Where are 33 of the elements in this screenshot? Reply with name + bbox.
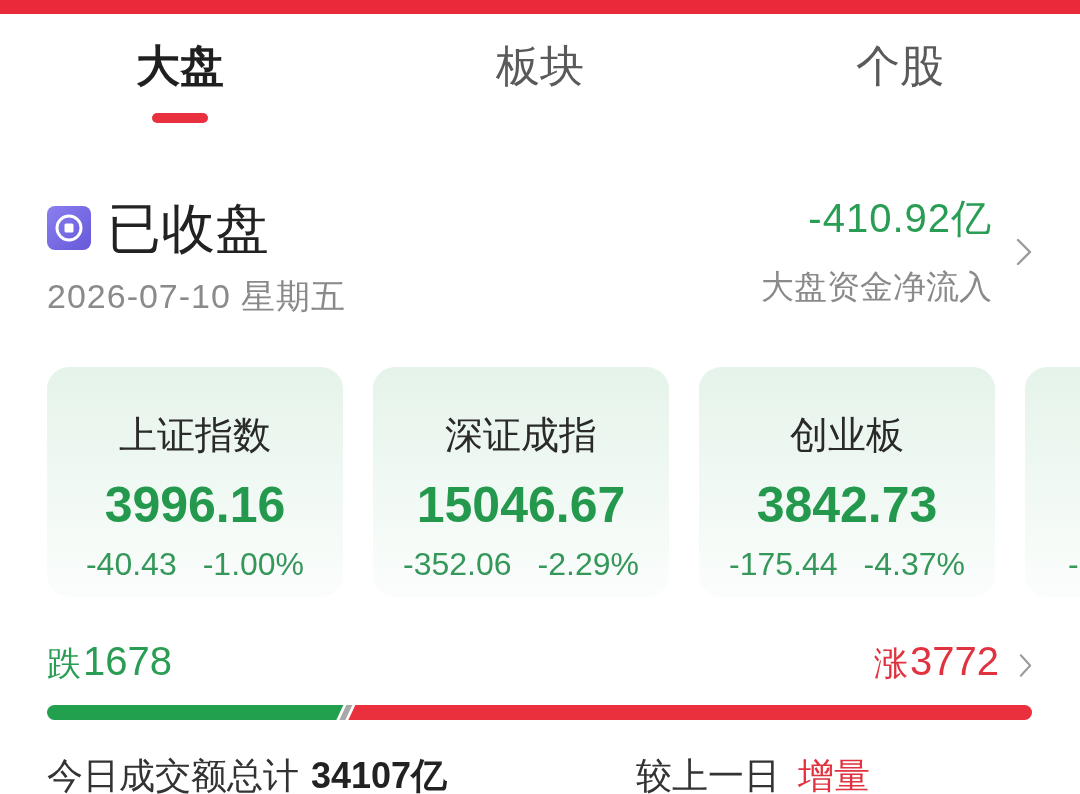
index-value: 15046.67: [416, 476, 626, 535]
index-value: 3996.16: [104, 476, 286, 535]
index-change: -175.44: [729, 545, 838, 584]
index-name: 深证成指: [445, 413, 597, 458]
tab-indicator: [152, 113, 208, 123]
volume-change-label: 增量: [798, 758, 870, 794]
trade-date: 2026-07-10 星期五: [47, 278, 347, 314]
net-inflow-value: -410.92亿: [808, 196, 992, 240]
index-change: -352.06: [403, 545, 512, 584]
index-change: -40.43: [85, 545, 177, 584]
index-name: 上证指数: [119, 413, 271, 458]
market-status-title: 已收盘: [107, 197, 269, 260]
tab[interactable]: 个股: [856, 36, 944, 123]
net-inflow-label: 大盘资金净流入: [761, 269, 992, 305]
index-card[interactable]: -: [1025, 367, 1080, 597]
index-change-percent: -1.00%: [202, 545, 305, 584]
turnover-label: 今日成交额总计: [47, 758, 299, 794]
index-change-percent: -2.29%: [537, 545, 639, 584]
index-value: 3842.73: [756, 476, 938, 535]
advancers-count: 涨3772: [874, 637, 999, 685]
index-change-percent: -4.37%: [863, 545, 965, 584]
tab[interactable]: 板块: [496, 36, 584, 123]
index-name: 创业板: [790, 413, 904, 458]
index-card[interactable]: 创业板 3842.73 -175.44 -4.37%: [699, 367, 995, 597]
index-card[interactable]: 上证指数 3996.16 -40.43 -1.00%: [47, 367, 343, 597]
tab[interactable]: 大盘: [136, 36, 224, 123]
compare-label: 较上一日: [636, 758, 780, 794]
index-change: -: [1068, 545, 1079, 584]
turnover-amount: 34107亿: [311, 758, 448, 794]
index-card[interactable]: 深证成指 15046.67 -352.06 -2.29%: [373, 367, 669, 597]
chevron-right-icon[interactable]: [1016, 237, 1032, 266]
decliners-count: 跌1678: [47, 637, 172, 685]
chevron-right-icon[interactable]: [1019, 652, 1032, 678]
